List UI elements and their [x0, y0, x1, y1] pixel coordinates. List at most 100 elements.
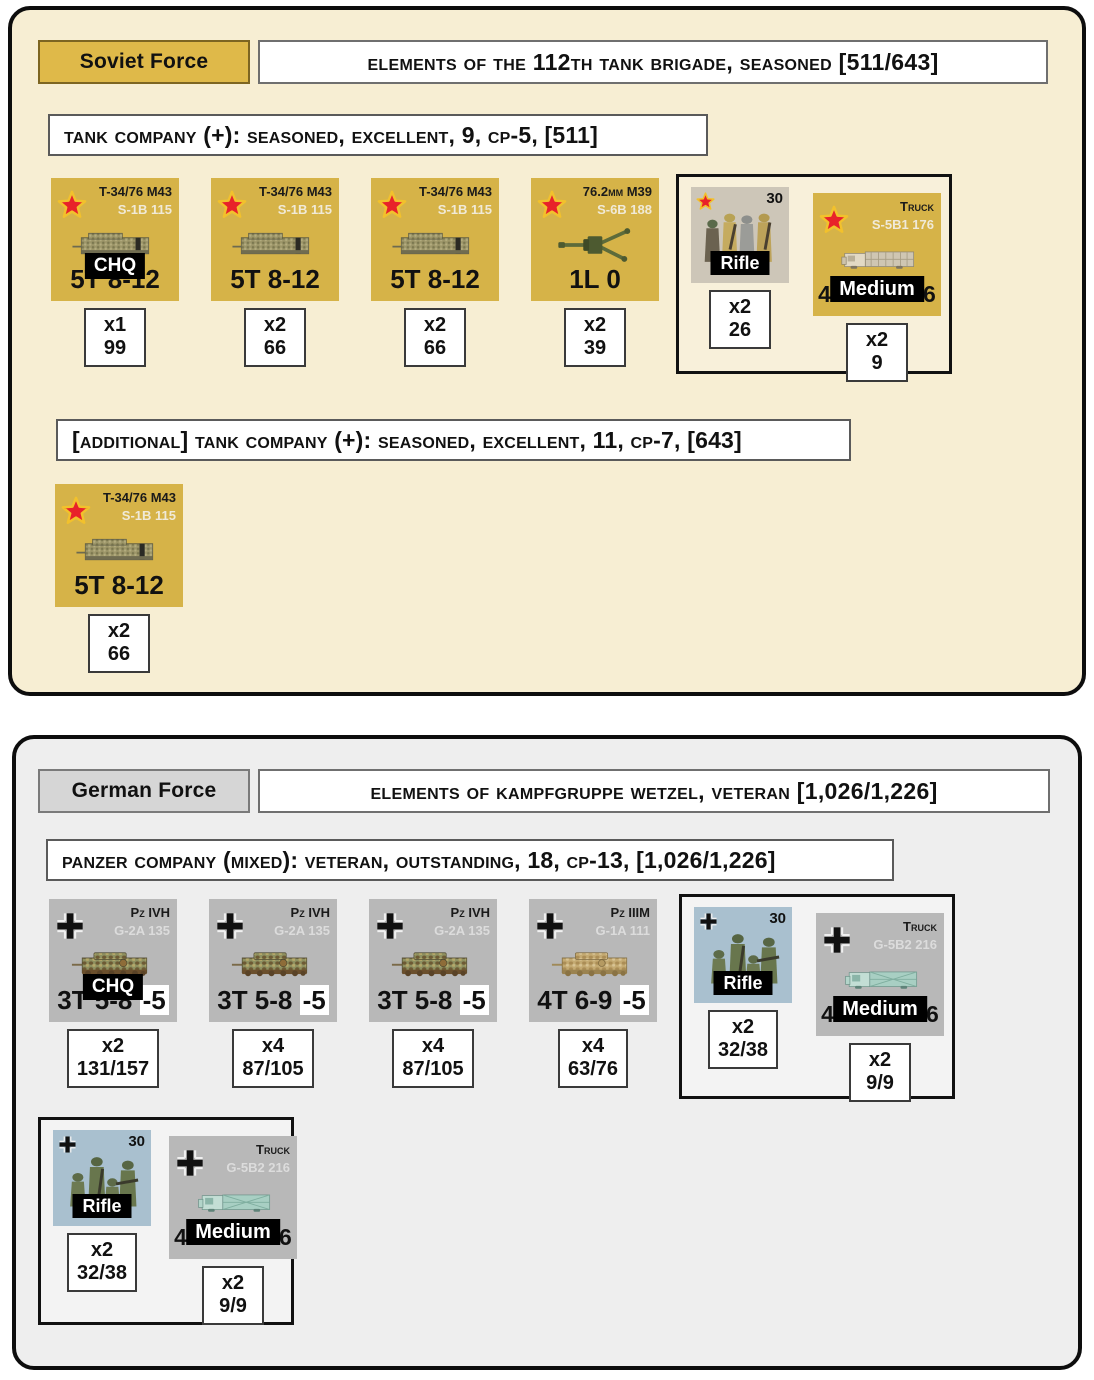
balkenkreuz-icon: [375, 911, 405, 941]
quantity-points: 66: [107, 643, 131, 665]
oob-page: Soviet Force Elements of the 112th Tank …: [0, 0, 1094, 1380]
unit-counter[interactable]: Pz IVH G-2A 135 3T 5-8 -5: [369, 899, 497, 1022]
unit-stack[interactable]: T-34/76 M43 S-1B 115 5T 8-12 x2 66: [52, 484, 186, 673]
unit-counter[interactable]: Pz IIIM G-1A 111 4T 6-9 -5: [529, 899, 657, 1022]
quantity-multiplier: x1: [103, 314, 127, 336]
quantity-box: x2 66: [404, 308, 466, 367]
balkenkreuz-icon: [535, 911, 565, 941]
unit-code: S-1B 115: [117, 202, 172, 217]
quantity-points: 87/105: [242, 1058, 304, 1080]
red-star-icon: [57, 190, 87, 220]
quantity-points: 9/9: [219, 1295, 247, 1317]
quantity-points: 66: [263, 337, 287, 359]
unit-counter[interactable]: Pz IVH G-2A 135 3T 5-8 -5 CHQ: [49, 899, 177, 1022]
unit-code: G-5B2 216: [226, 1160, 290, 1175]
support-stack-rifle[interactable]: 30 Rifle x2 26: [691, 187, 789, 349]
infantry-counter[interactable]: 30 Rifle: [694, 907, 792, 1003]
unit-counter[interactable]: T-34/76 M43 S-1B 115 5T 8-12: [55, 484, 183, 607]
unit-stack[interactable]: Pz IVH G-2A 135 3T 5-8 -5 x4 87/105: [206, 899, 340, 1088]
unit-name: Truck: [900, 199, 934, 214]
unit-stack[interactable]: T-34/76 M43 S-1B 115 5T 8-12 CHQ x1 99: [48, 178, 182, 367]
tank-silhouette-icon: [231, 228, 319, 262]
counter-header: Pz IVH G-2A 135: [375, 905, 490, 949]
stat-main: 3T 5-8: [377, 985, 453, 1015]
unit-code: G-2A 135: [274, 923, 330, 938]
support-stack-truck[interactable]: Truck G-5B2 216 4W 6 12 16 Medium x2 9/9: [169, 1136, 297, 1325]
quantity-multiplier: x2: [263, 314, 287, 336]
quantity-box: x2 26: [709, 290, 771, 349]
tank-silhouette-icon: [229, 949, 317, 983]
counter-header: T-34/76 M43 S-1B 115: [61, 490, 176, 534]
unit-name: Truck: [256, 1142, 290, 1157]
soviet-force-tag: Soviet Force: [38, 40, 250, 84]
infantry-counter[interactable]: 30 Rifle: [53, 1130, 151, 1226]
unit-stat-line: 4T 6-9 -5: [529, 985, 657, 1015]
quantity-multiplier: x4: [581, 1035, 605, 1057]
unit-stack[interactable]: 76.2mm M39 S-6B 188 1L 0 x2 39: [528, 178, 662, 367]
counter-header: Truck S-5B1 176: [819, 199, 934, 243]
quantity-box: x2 9: [846, 323, 908, 382]
soviet-unit-row-1: T-34/76 M43 S-1B 115 5T 8-12 CHQ x1 99 T…: [48, 178, 662, 367]
soviet-unit-row-2: T-34/76 M43 S-1B 115 5T 8-12 x2 66: [52, 484, 186, 673]
medium-overlay-label: Medium: [833, 996, 927, 1022]
truck-silhouette-icon: [189, 1186, 277, 1220]
unit-stack[interactable]: Pz IVH G-2A 135 3T 5-8 -5 CHQ x2 131/157: [46, 899, 180, 1088]
unit-counter[interactable]: Pz IVH G-2A 135 3T 5-8 -5: [209, 899, 337, 1022]
chq-overlay-label: CHQ: [84, 253, 146, 279]
unit-counter[interactable]: Truck G-5B2 216 4W 6 12 16 Medium: [816, 913, 944, 1036]
unit-stack[interactable]: T-34/76 M43 S-1B 115 5T 8-12 x2 66: [368, 178, 502, 367]
unit-counter[interactable]: Truck G-5B2 216 4W 6 12 16 Medium: [169, 1136, 297, 1259]
unit-name: T-34/76 M43: [419, 184, 492, 199]
support-stack-rifle[interactable]: 30 Rifle x2 32/38: [694, 907, 792, 1069]
quantity-points: 9/9: [866, 1072, 894, 1094]
counter-header: T-34/76 M43 S-1B 115: [377, 184, 492, 228]
unit-counter[interactable]: T-34/76 M43 S-1B 115 5T 8-12: [371, 178, 499, 301]
chq-overlay-label: CHQ: [82, 974, 144, 1000]
unit-stack[interactable]: Pz IVH G-2A 135 3T 5-8 -5 x4 87/105: [366, 899, 500, 1088]
quantity-points: 131/157: [76, 1058, 150, 1080]
quantity-box: x2 131/157: [66, 1029, 160, 1088]
quantity-multiplier: x2: [868, 1049, 892, 1071]
support-stack-truck[interactable]: Truck G-5B2 216 4W 6 12 16 Medium x2 9/9: [816, 913, 944, 1102]
quantity-box: x1 99: [84, 308, 146, 367]
medium-overlay-label: Medium: [186, 1219, 280, 1245]
unit-name: Pz IVH: [290, 905, 330, 920]
quantity-box: x2 66: [88, 614, 150, 673]
quantity-box: x4 63/76: [557, 1029, 629, 1088]
quantity-multiplier: x4: [261, 1035, 285, 1057]
stat-modifier: -5: [139, 985, 169, 1015]
unit-name: T-34/76 M43: [99, 184, 172, 199]
quantity-box: x2 32/38: [707, 1010, 779, 1069]
red-star-icon: [819, 205, 849, 235]
quantity-box: x2 9/9: [849, 1043, 911, 1102]
quantity-points: 99: [103, 337, 127, 359]
german-support-group-2: 30 Rifle x2 32/38 Truck G-5B2 216 Medium…: [38, 1117, 297, 1325]
quantity-multiplier: x2: [101, 1035, 125, 1057]
rifle-overlay-label: Rifle: [710, 251, 770, 275]
stat-modifier: -5: [459, 985, 489, 1015]
unit-name: Truck: [903, 919, 937, 934]
unit-stat-line: 5T 8-12: [74, 570, 164, 600]
unit-code: G-2A 135: [114, 923, 170, 938]
soviet-formation-1-label: Tank Company (+): Seasoned, Excellent, 9…: [48, 114, 708, 156]
unit-code: G-5B2 216: [873, 937, 937, 952]
quantity-multiplier: x4: [421, 1035, 445, 1057]
german-force-panel: German Force Elements of Kampfgruppe Wet…: [12, 735, 1082, 1370]
support-stack-rifle[interactable]: 30 Rifle x2 32/38: [53, 1130, 151, 1292]
unit-counter[interactable]: 76.2mm M39 S-6B 188 1L 0: [531, 178, 659, 301]
unit-counter[interactable]: Truck S-5B1 176 4W 6 12 16 Medium: [813, 193, 941, 316]
soviet-formation-2-label: [additional] Tank Company (+): Seasoned,…: [56, 419, 851, 461]
unit-stack[interactable]: Pz IIIM G-1A 111 4T 6-9 -5 x4 63/76: [526, 899, 660, 1088]
unit-counter[interactable]: T-34/76 M43 S-1B 115 5T 8-12: [211, 178, 339, 301]
unit-counter[interactable]: T-34/76 M43 S-1B 115 5T 8-12 CHQ: [51, 178, 179, 301]
unit-name: 76.2mm M39: [582, 184, 652, 199]
balkenkreuz-icon: [55, 911, 85, 941]
unit-stack[interactable]: T-34/76 M43 S-1B 115 5T 8-12 x2 66: [208, 178, 342, 367]
stat-main: 3T 5-8: [217, 985, 293, 1015]
quantity-multiplier: x2: [221, 1272, 245, 1294]
support-stack-truck[interactable]: Truck S-5B1 176 4W 6 12 16 Medium x2 9: [813, 193, 941, 382]
infantry-counter[interactable]: 30 Rifle: [691, 187, 789, 283]
stat-modifier: -5: [299, 985, 329, 1015]
german-formation-1-label: Panzer Company (mixed): Veteran, Outstan…: [46, 839, 894, 881]
quantity-box: x2 66: [244, 308, 306, 367]
